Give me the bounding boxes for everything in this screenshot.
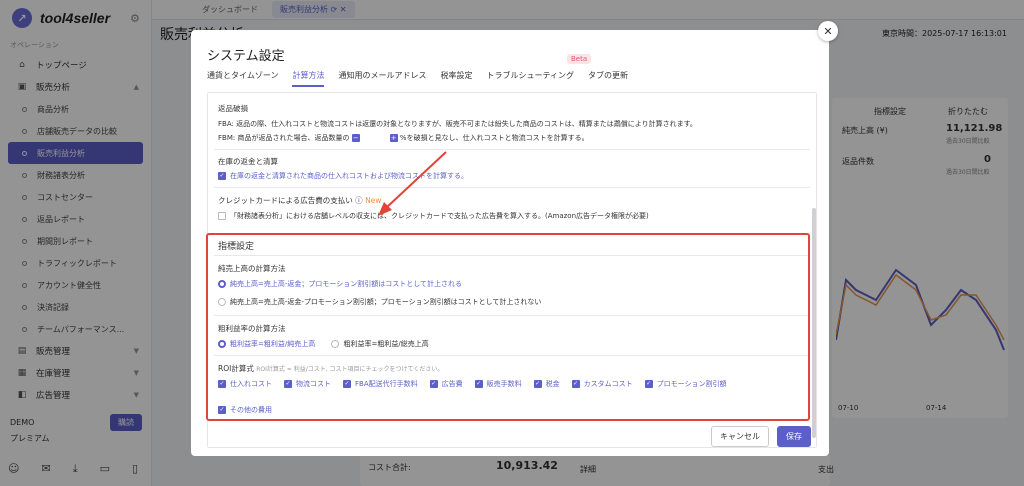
- annotation-arrow: [378, 151, 447, 216]
- app-root: ↗ tool4seller ⚙ オペレーション ⌂ トップページ ▣ 販売分析 ▲ 商…: [0, 0, 1024, 486]
- arrow-line: [385, 151, 447, 209]
